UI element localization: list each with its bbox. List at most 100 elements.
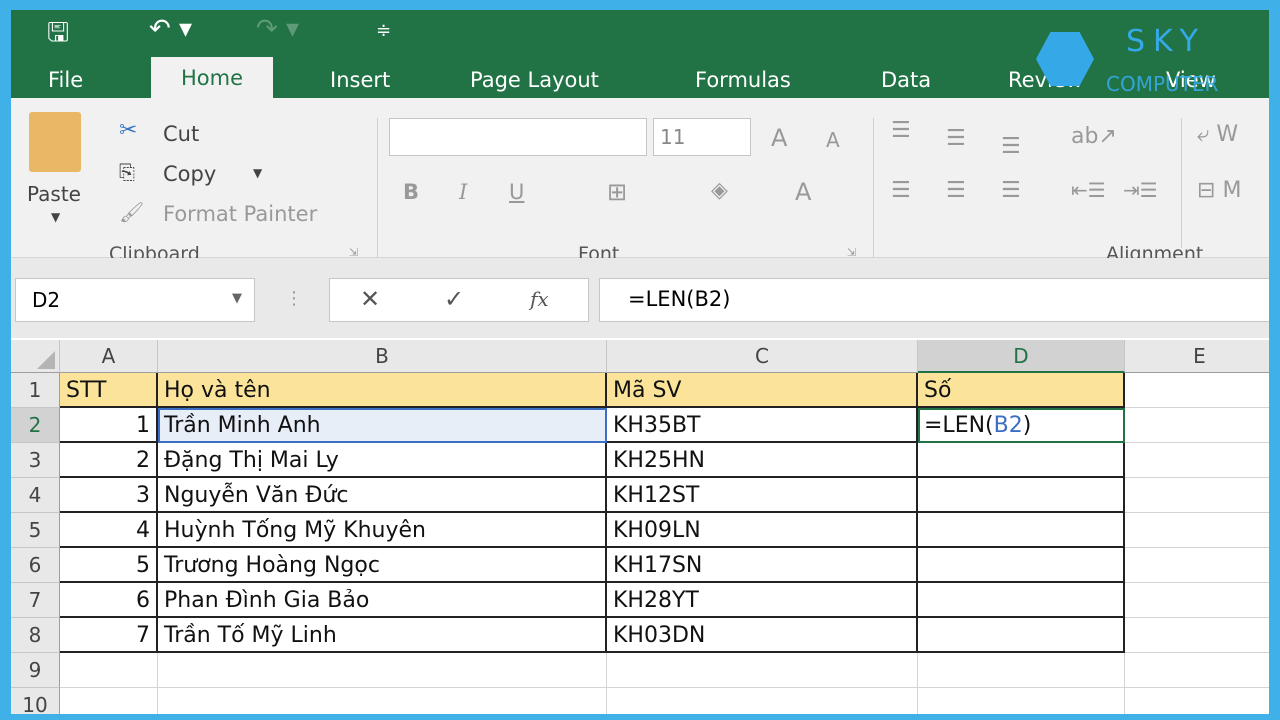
cell-b3[interactable]: Đặng Thị Mai Ly <box>158 443 607 478</box>
cell-c6[interactable]: KH17SN <box>607 548 918 583</box>
align-left-icon[interactable]: ☰ <box>891 178 911 203</box>
row-header-1[interactable]: 1 <box>11 373 60 408</box>
cell-e9[interactable] <box>1125 653 1269 688</box>
cell-c10[interactable] <box>607 688 918 714</box>
align-top-icon[interactable]: ☰ <box>891 118 911 143</box>
cell-a6[interactable]: 5 <box>60 548 158 583</box>
drag-handle-icon[interactable]: ⋮ <box>285 288 303 309</box>
cell-c9[interactable] <box>607 653 918 688</box>
cell-b6[interactable]: Trương Hoàng Ngọc <box>158 548 607 583</box>
column-header-b[interactable]: B <box>158 340 607 373</box>
cell-e4[interactable] <box>1125 478 1269 513</box>
tab-insert[interactable]: Insert <box>330 68 390 92</box>
fill-color-icon[interactable]: ◈ <box>711 178 728 203</box>
redo-icon[interactable]: ↷ ▾ <box>256 14 299 44</box>
increase-indent-icon[interactable]: ⇥☰ <box>1123 178 1158 202</box>
formula-input[interactable]: =LEN(B2) <box>599 278 1269 322</box>
cell-a2[interactable]: 1 <box>60 408 158 443</box>
cell-d9[interactable] <box>918 653 1125 688</box>
cell-a1[interactable]: STT <box>60 373 158 408</box>
cell-c4[interactable]: KH12ST <box>607 478 918 513</box>
cell-e2[interactable] <box>1125 408 1269 443</box>
cell-a10[interactable] <box>60 688 158 714</box>
cell-c3[interactable]: KH25HN <box>607 443 918 478</box>
cell-d3[interactable] <box>918 443 1125 478</box>
row-header-2[interactable]: 2 <box>11 408 60 443</box>
align-bottom-icon[interactable]: ☰ <box>1001 134 1021 159</box>
column-header-d[interactable]: D <box>918 340 1125 373</box>
column-header-c[interactable]: C <box>607 340 918 373</box>
decrease-indent-icon[interactable]: ⇤☰ <box>1071 178 1106 202</box>
cell-d7[interactable] <box>918 583 1125 618</box>
merge-button[interactable]: ⊟ M <box>1197 178 1241 203</box>
align-center-icon[interactable]: ☰ <box>946 178 966 203</box>
cell-a3[interactable]: 2 <box>60 443 158 478</box>
cell-d1[interactable]: Số <box>918 373 1125 408</box>
orientation-icon[interactable]: ab↗ <box>1071 124 1117 149</box>
row-header-8[interactable]: 8 <box>11 618 60 653</box>
cell-e3[interactable] <box>1125 443 1269 478</box>
borders-icon[interactable]: ⊞ <box>607 178 627 206</box>
insert-function-button[interactable]: fx <box>530 287 549 311</box>
save-icon[interactable]: 🖫 <box>47 14 69 58</box>
format-painter-button[interactable]: Format Painter <box>163 202 317 226</box>
copy-dropdown-icon[interactable]: ▼ <box>253 166 262 180</box>
wrap-text-button[interactable]: ⤶ W <box>1197 122 1238 147</box>
cell-e6[interactable] <box>1125 548 1269 583</box>
row-header-6[interactable]: 6 <box>11 548 60 583</box>
enter-button[interactable]: ✓ <box>444 285 464 313</box>
row-header-9[interactable]: 9 <box>11 653 60 688</box>
row-header-7[interactable]: 7 <box>11 583 60 618</box>
cell-d8[interactable] <box>918 618 1125 653</box>
cell-e5[interactable] <box>1125 513 1269 548</box>
undo-icon[interactable]: ↶ ▾ <box>149 14 192 44</box>
tab-file[interactable]: File <box>48 68 83 92</box>
customize-icon[interactable]: ≑ <box>376 20 391 41</box>
cell-b9[interactable] <box>158 653 607 688</box>
cancel-button[interactable]: ✕ <box>360 285 380 313</box>
cell-c7[interactable]: KH28YT <box>607 583 918 618</box>
chevron-down-icon[interactable]: ▼ <box>232 291 242 306</box>
cell-c5[interactable]: KH09LN <box>607 513 918 548</box>
cell-a4[interactable]: 3 <box>60 478 158 513</box>
cell-a8[interactable]: 7 <box>60 618 158 653</box>
cell-d10[interactable] <box>918 688 1125 714</box>
paste-button[interactable]: Paste <box>27 182 81 206</box>
cell-b10[interactable] <box>158 688 607 714</box>
cell-a7[interactable]: 6 <box>60 583 158 618</box>
cell-b8[interactable]: Trần Tố Mỹ Linh <box>158 618 607 653</box>
cell-c2[interactable]: KH35BT <box>607 408 918 443</box>
paste-dropdown-icon[interactable]: ▼ <box>51 210 60 224</box>
cell-c1[interactable]: Mã SV <box>607 373 918 408</box>
tab-home[interactable]: Home <box>151 57 274 99</box>
align-right-icon[interactable]: ☰ <box>1001 178 1021 203</box>
cut-button[interactable]: Cut <box>163 122 199 146</box>
font-size-select[interactable]: 11 <box>653 118 751 156</box>
align-middle-icon[interactable]: ☰ <box>946 126 966 151</box>
row-header-10[interactable]: 10 <box>11 688 60 714</box>
column-header-a[interactable]: A <box>60 340 158 373</box>
cell-b4[interactable]: Nguyễn Văn Đức <box>158 478 607 513</box>
bold-button[interactable]: B <box>403 180 419 204</box>
cell-d5[interactable] <box>918 513 1125 548</box>
cell-e7[interactable] <box>1125 583 1269 618</box>
cell-d4[interactable] <box>918 478 1125 513</box>
paste-icon[interactable] <box>29 112 81 172</box>
cell-d2[interactable]: =LEN(B2) <box>918 408 1125 443</box>
cell-e1[interactable] <box>1125 373 1269 408</box>
name-box[interactable]: D2 ▼ <box>15 278 255 322</box>
cell-b1[interactable]: Họ và tên <box>158 373 607 408</box>
cell-e8[interactable] <box>1125 618 1269 653</box>
cell-a5[interactable]: 4 <box>60 513 158 548</box>
font-name-select[interactable] <box>389 118 647 156</box>
row-header-4[interactable]: 4 <box>11 478 60 513</box>
tab-page-layout[interactable]: Page Layout <box>470 68 599 92</box>
row-header-3[interactable]: 3 <box>11 443 60 478</box>
tab-formulas[interactable]: Formulas <box>695 68 791 92</box>
cell-d6[interactable] <box>918 548 1125 583</box>
cell-b2[interactable]: Trần Minh Anh <box>158 408 607 443</box>
underline-button[interactable]: U <box>509 180 524 204</box>
cell-a9[interactable] <box>60 653 158 688</box>
shrink-font-button[interactable]: A <box>826 128 840 152</box>
cell-b7[interactable]: Phan Đình Gia Bảo <box>158 583 607 618</box>
